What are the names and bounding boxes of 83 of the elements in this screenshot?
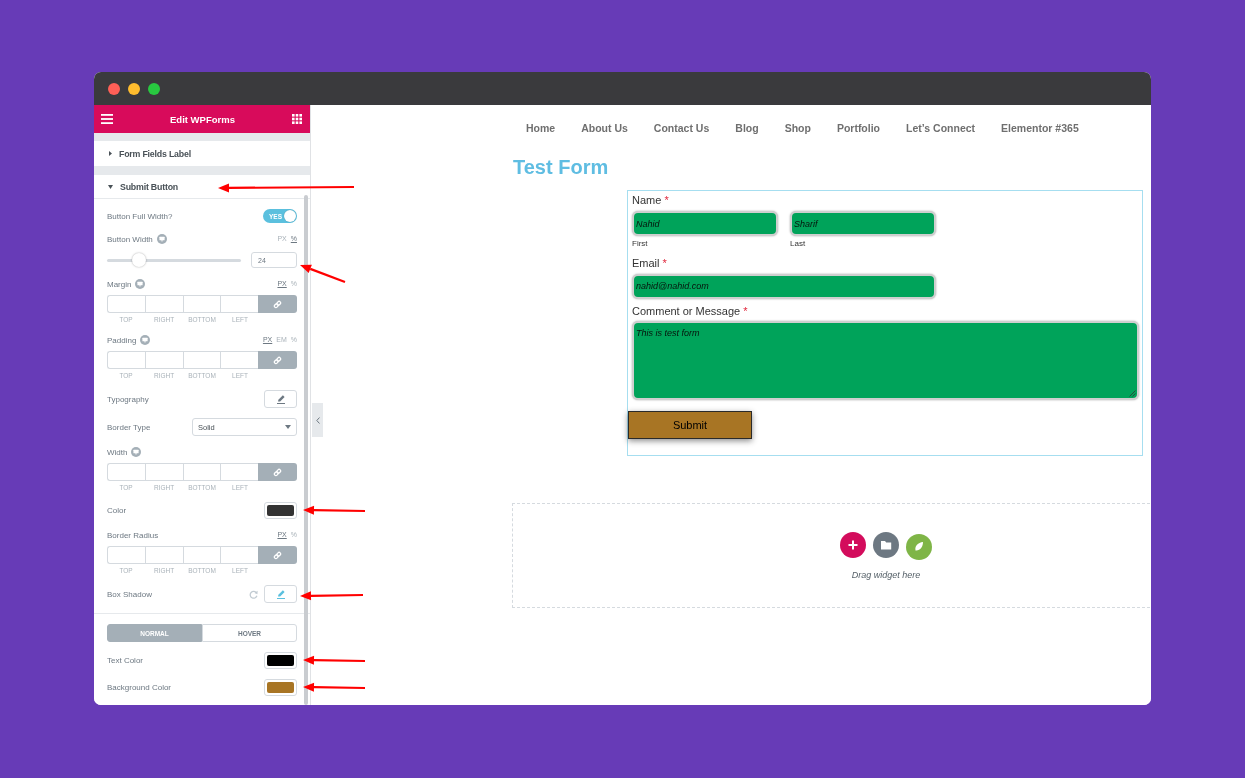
nav-link[interactable]: Shop (784, 121, 811, 135)
control-label: Typography (107, 394, 149, 404)
monitor-icon[interactable] (135, 279, 146, 289)
dimension-input[interactable] (182, 546, 221, 564)
nav-link[interactable]: Blog (735, 121, 759, 135)
submit-button[interactable]: Submit (628, 411, 752, 439)
collapse-handle[interactable] (312, 403, 323, 437)
dimension-input[interactable] (144, 351, 183, 369)
dimension-input[interactable] (144, 295, 183, 313)
dimension-input[interactable] (144, 463, 183, 481)
link-icon (273, 467, 283, 477)
field-sublabel: Last (790, 239, 806, 249)
edit-button[interactable] (264, 585, 297, 603)
field-label: Comment or Message * (632, 304, 749, 318)
leaf-icon[interactable] (906, 534, 932, 560)
dimension-input[interactable] (182, 463, 221, 481)
control-label: Box Shadow (107, 589, 152, 599)
control-label: Border Type (107, 422, 151, 432)
dimension-input[interactable] (144, 546, 183, 564)
field-sublabel: First (632, 239, 648, 249)
resize-grip-icon[interactable] (1129, 390, 1136, 397)
section-header[interactable]: Submit Button (108, 181, 178, 192)
monitor-icon[interactable] (131, 447, 142, 457)
link-icon (273, 550, 283, 560)
dimension-input[interactable] (220, 295, 259, 313)
control-label: Padding (107, 335, 137, 345)
close-icon[interactable] (108, 82, 120, 95)
nav-link[interactable]: Elementor #365 (1001, 121, 1079, 135)
drop-hint: Drag widget here (851, 570, 921, 581)
control-label: Width (107, 447, 128, 457)
nav-link[interactable]: Contact Us (653, 121, 710, 135)
nav-link[interactable]: Let’s Connect (906, 121, 976, 135)
control-label: Border Radius (107, 530, 159, 540)
control-label: Text Color (107, 656, 143, 665)
field-label: Email * (632, 257, 668, 270)
link-icon (273, 299, 283, 309)
control-label: Background Color (107, 683, 172, 692)
caret-down-icon (285, 425, 291, 429)
control-label: Button Width (107, 234, 153, 244)
nav-link[interactable]: About Us (581, 121, 628, 135)
pencil-icon (275, 589, 286, 599)
dimension-input[interactable] (107, 295, 145, 313)
link-values-button[interactable] (258, 546, 297, 564)
menu-icon[interactable] (101, 114, 113, 124)
dimension-input[interactable] (220, 351, 259, 369)
chevron-left-icon (315, 416, 320, 424)
control-label: Button Full Width? (107, 211, 173, 221)
link-values-button[interactable] (258, 295, 297, 313)
dimension-input[interactable] (107, 546, 145, 564)
text-input[interactable]: Sharif (790, 211, 936, 236)
control-label: Color (107, 506, 127, 515)
text-input[interactable]: Nahid (632, 211, 778, 236)
link-icon (273, 355, 283, 365)
scrollbar[interactable] (304, 195, 308, 705)
drop-zone[interactable]: Drag widget here (512, 503, 1151, 608)
dimension-input[interactable] (107, 463, 145, 481)
section-header[interactable]: Form Fields Label (109, 148, 191, 159)
nav-link[interactable]: Portfolio (836, 121, 881, 135)
folder-icon[interactable] (873, 532, 899, 558)
dimension-input[interactable] (220, 463, 259, 481)
email-input[interactable]: nahid@nahid.com (632, 273, 936, 299)
dimension-input[interactable] (107, 351, 145, 369)
page-heading: Test Form (513, 155, 610, 179)
reset-icon[interactable] (249, 589, 258, 599)
pencil-icon (275, 394, 286, 404)
link-values-button[interactable] (258, 351, 297, 369)
link-values-button[interactable] (258, 463, 297, 481)
dimension-input[interactable] (182, 295, 221, 313)
field-label: Name * (632, 194, 670, 207)
grid-icon[interactable] (292, 114, 302, 124)
control-label: Margin (107, 279, 132, 289)
message-field[interactable]: This is test form (632, 321, 1139, 400)
slider-thumb[interactable] (132, 253, 147, 267)
panel-title: Edit WPForms (170, 113, 235, 125)
dimension-input[interactable] (182, 351, 221, 369)
edit-button[interactable] (264, 390, 297, 408)
dimension-input[interactable] (220, 546, 259, 564)
monitor-icon[interactable] (156, 234, 167, 244)
nav-link[interactable]: Home (526, 121, 556, 135)
minimize-icon[interactable] (128, 82, 140, 95)
plus-icon[interactable] (840, 532, 866, 558)
maximize-icon[interactable] (148, 82, 160, 95)
monitor-icon[interactable] (140, 335, 151, 345)
